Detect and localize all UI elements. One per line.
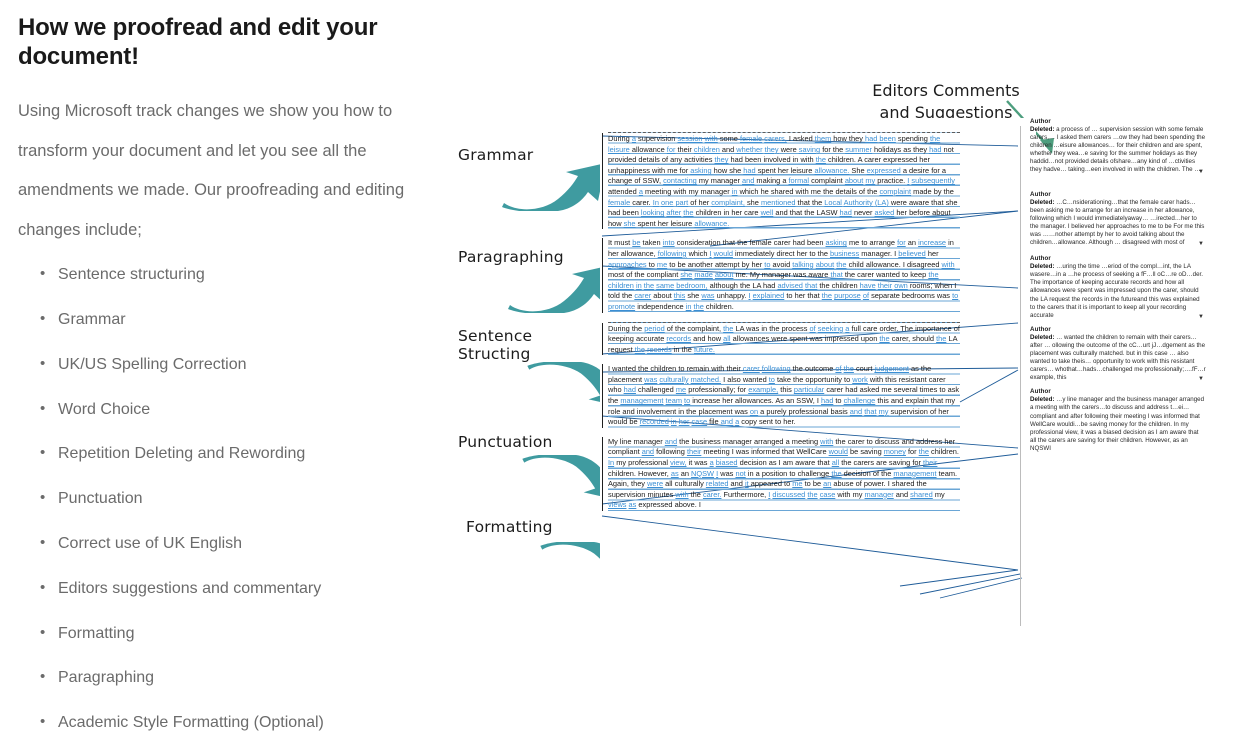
comment-deleted-label: Deleted: bbox=[1030, 126, 1055, 133]
document-paragraph: I wanted the children to remain with the… bbox=[602, 364, 960, 428]
comment-balloon[interactable]: Author Deleted: … wanted the children to… bbox=[1030, 326, 1206, 383]
change-bar bbox=[602, 436, 603, 511]
list-item: UK/US Spelling Correction bbox=[18, 354, 438, 376]
comments-pane[interactable]: Author Deleted: a process of … supervisi… bbox=[1030, 118, 1206, 459]
list-item: Repetition Deleting and Rewording bbox=[18, 443, 438, 465]
callout-formatting: Formatting bbox=[466, 518, 553, 536]
document-preview[interactable]: During a supervision session with some f… bbox=[600, 118, 1036, 658]
document-paragraph: It must be taken into consideration that… bbox=[602, 238, 960, 313]
change-bar bbox=[602, 133, 603, 230]
comment-deleted-text: …y line manager and the business manager… bbox=[1030, 396, 1205, 452]
document-body[interactable]: During a supervision session with some f… bbox=[602, 132, 960, 520]
comment-deleted-label: Deleted: bbox=[1030, 396, 1055, 404]
comment-expand-icon[interactable]: ▼ bbox=[1198, 169, 1204, 175]
curved-arrow-icon bbox=[502, 163, 606, 211]
callout-label: Punctuation bbox=[458, 433, 553, 451]
page-title: How we proofread and edit your document! bbox=[18, 14, 378, 70]
list-item: Grammar bbox=[18, 309, 438, 331]
comment-text: Deleted: …uring the time …eriod of the c… bbox=[1030, 263, 1206, 320]
comment-deleted-text: …uring the time …eriod of the compl…int,… bbox=[1030, 263, 1203, 319]
callout-label: Formatting bbox=[466, 518, 553, 536]
list-item: Formatting bbox=[18, 623, 438, 645]
comment-text: Deleted: …C…nsiderationing…that the fema… bbox=[1030, 199, 1206, 248]
comment-deleted-label: Deleted: bbox=[1030, 198, 1055, 206]
list-item: Punctuation bbox=[18, 488, 438, 510]
document-paragraph: During the period of the complaint, the … bbox=[602, 321, 960, 356]
comment-deleted-text: … wanted the children to remain with the… bbox=[1030, 333, 1206, 382]
comment-deleted-text: a process of … supervision session with … bbox=[1030, 126, 1206, 174]
comment-author: Author bbox=[1030, 388, 1051, 396]
document-paragraph: My line manager and the business manager… bbox=[602, 436, 960, 511]
comment-balloon[interactable]: Author Deleted: a process of … supervisi… bbox=[1030, 118, 1206, 175]
comment-expand-icon[interactable]: ▼ bbox=[1198, 314, 1204, 320]
list-item: Paragraphing bbox=[18, 667, 438, 689]
document-paragraph: During a supervision session with some f… bbox=[602, 132, 960, 230]
comment-deleted-label: Deleted: bbox=[1030, 333, 1055, 341]
comment-balloon[interactable]: Author Deleted: …y line manager and the … bbox=[1030, 388, 1206, 453]
margin-divider bbox=[1020, 126, 1021, 626]
comment-balloon[interactable]: Author Deleted: …uring the time …eriod o… bbox=[1030, 255, 1206, 320]
comment-expand-icon[interactable]: ▼ bbox=[1198, 376, 1204, 382]
comment-text: Deleted: a process of … supervision sess… bbox=[1030, 126, 1206, 175]
list-item: Word Choice bbox=[18, 399, 438, 421]
callout-label: Grammar bbox=[458, 146, 534, 164]
comment-author: Author bbox=[1030, 255, 1051, 263]
list-item: Academic Style Formatting (Optional) bbox=[18, 712, 438, 734]
comment-author: Author bbox=[1030, 325, 1051, 333]
change-bar bbox=[602, 364, 603, 428]
callout-grammar: Grammar bbox=[458, 146, 533, 164]
comment-deleted-label: Deleted: bbox=[1030, 263, 1055, 271]
callout-sentence-structing: Sentence Structing bbox=[458, 327, 532, 364]
intro-paragraph: Using Microsoft track changes we show yo… bbox=[18, 101, 405, 240]
service-list: Sentence structuring Grammar UK/US Spell… bbox=[18, 264, 438, 734]
list-item: Sentence structuring bbox=[18, 264, 438, 286]
callout-label: Paragraphing bbox=[458, 248, 564, 266]
change-bar bbox=[602, 238, 603, 313]
comment-deleted-text: …C…nsiderationing…that the female carer … bbox=[1030, 198, 1205, 247]
left-content-column: How we proofread and edit your document!… bbox=[18, 14, 438, 732]
callout-label: Sentence Structing bbox=[458, 327, 533, 364]
comment-author: Author bbox=[1030, 118, 1051, 125]
callout-punctuation: Punctuation bbox=[458, 433, 553, 451]
comment-balloon[interactable]: Author Deleted: …C…nsiderationing…that t… bbox=[1030, 191, 1206, 248]
comment-author: Author bbox=[1030, 190, 1051, 198]
list-item: Correct use of UK English bbox=[18, 533, 438, 555]
comment-expand-icon[interactable]: ▼ bbox=[1198, 241, 1204, 247]
list-item: Editors suggestions and commentary bbox=[18, 578, 438, 600]
callout-paragraphing: Paragraphing bbox=[458, 248, 564, 266]
comment-text: Deleted: … wanted the children to remain… bbox=[1030, 334, 1206, 383]
change-bar bbox=[602, 322, 603, 356]
comment-text: Deleted: …y line manager and the busines… bbox=[1030, 396, 1206, 453]
